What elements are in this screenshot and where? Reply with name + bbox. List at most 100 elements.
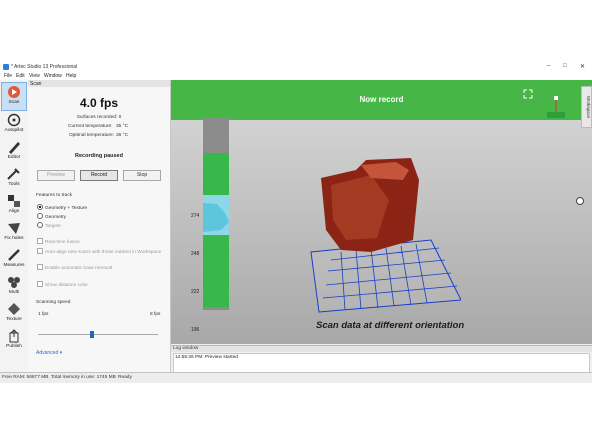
window-title: * Artec Studio 13 Professional [11,64,78,70]
orientation-gizmo-icon [547,96,565,118]
scan-mesh [310,158,461,313]
texture-icon [8,303,20,315]
advanced-label: Advanced [36,350,59,356]
toolbar-fix-holes[interactable]: Fix holes [1,219,27,246]
toolbar-label: Texture [6,317,22,322]
toolbar-editor[interactable]: Editor [1,138,27,165]
checkbox-base-removal[interactable]: Enable automatic base removal [37,264,112,271]
scan-panel: Scan 4.0 fps Surfaces recorded: 0 Curren… [28,80,171,372]
fix-holes-icon [8,223,20,234]
toolbar-measures[interactable]: Measures [1,246,27,273]
speed-slider-thumb[interactable] [90,331,94,338]
histogram-label: 196 [191,327,200,333]
checkbox-icon [37,238,43,244]
optimal-temp-value: 36 °C [116,133,129,138]
toolbar-publish[interactable]: Publish [1,327,27,354]
optimal-temp-label: Optimal temperature: [69,133,115,138]
checkbox-label: Enable automatic base removal [45,266,113,271]
speed-title: Scanning speed [36,300,71,305]
toolbar-scan[interactable]: Scan [1,82,27,111]
features-title: Features to track [36,193,72,198]
checkbox-auto-align[interactable]: Auto-align new scans with those marked i… [37,248,161,255]
toolbar-label: Measures [3,263,25,268]
preview-button[interactable]: Preview [37,170,75,181]
depth-histogram [203,118,229,310]
toolbar-label: Multi [8,290,20,295]
current-temp-value: 35 °C [116,124,129,129]
toolbar-label: Align [8,209,20,214]
view-options-icon[interactable] [575,196,585,206]
menu-file[interactable]: File [4,73,12,79]
total-memory: Total memory in use: 1745 MB [51,375,116,380]
measures-icon [8,249,20,261]
histogram-label: 248 [191,251,200,257]
log-entry: 12:55:26 PM: Preview started [175,355,238,360]
histogram-label: 274 [191,213,200,219]
speed-max: 8 fps [150,312,161,317]
toolbar-multi[interactable]: Multi [1,273,27,300]
record-button[interactable]: Record [80,170,118,181]
app-window: * Artec Studio 13 Professional – □ ✕ Fil… [0,62,592,383]
stop-button[interactable]: Stop [123,170,161,181]
toolbar-label: Tools [8,182,20,187]
fps-readout: 4.0 fps [79,96,118,110]
option-label: Geometry [45,215,67,220]
3d-viewport[interactable]: Now record Workspace 274 248 222 196 170 [171,80,592,344]
publish-icon [9,329,19,343]
log-title: Log window [173,346,199,351]
status-bar: Free RAM: 56677 MB Total memory in use: … [0,372,592,383]
menu-window[interactable]: Window [44,73,62,79]
menu-view[interactable]: View [29,73,40,79]
advanced-toggle[interactable]: Advanced ▾ [36,350,62,356]
image-caption: Scan data at different orientation [316,320,465,331]
minimize-button[interactable]: – [547,63,550,69]
radio-icon [37,222,43,228]
close-button[interactable]: ✕ [580,63,585,70]
align-icon [8,195,20,207]
toolbar-tools[interactable]: Tools [1,165,27,192]
menu-help[interactable]: Help [66,73,76,79]
checkbox-distance-color[interactable]: Show distance color [37,281,88,288]
record-banner: Now record [171,80,592,120]
toolbar-label: Publish [6,344,22,349]
checkbox-real-time-fusion[interactable]: Real-time fusion [37,238,80,245]
option-geometry-texture[interactable]: Geometry + Texture [37,204,87,211]
option-label: Geometry + Texture [45,206,88,211]
expand-icon[interactable] [523,89,533,99]
free-ram: Free RAM: 56677 MB [2,375,49,380]
workspace-tab[interactable]: Workspace [581,86,592,128]
current-temp-label: Current temperature: [68,124,113,129]
radio-checked-icon [37,204,43,210]
checkbox-icon [37,281,43,287]
option-geometry[interactable]: Geometry [37,213,66,220]
toolbar-label: Fix holes [4,236,24,241]
toolbar-label: Autopilot [4,128,24,133]
option-targets[interactable]: Targets [37,222,61,229]
left-toolbar: Scan Autopilot Editor Tools Align Fix ho… [0,80,29,372]
log-window: Log window 12:55:26 PM: Preview started [171,345,592,373]
toolbar-label: Scan [8,100,20,105]
radio-icon [37,213,43,219]
toolbar-autopilot[interactable]: Autopilot [1,111,27,138]
histogram-label: 222 [191,289,200,295]
checkbox-icon [37,264,43,270]
app-logo-icon [3,64,9,70]
editor-icon [9,142,20,154]
speed-min: 1 fps [38,312,49,317]
log-body[interactable]: 12:55:26 PM: Preview started [173,353,590,373]
maximize-button[interactable]: □ [563,63,567,69]
checkbox-label: Real-time fusion [45,240,80,245]
log-header: Log window [171,346,592,352]
app-state: Ready [118,375,132,380]
chevron-down-icon: ▾ [59,350,63,356]
toolbar-texture[interactable]: Texture [1,300,27,327]
menu-bar: File Edit View Window Help [0,72,592,80]
menu-edit[interactable]: Edit [16,73,25,79]
toolbar-align[interactable]: Align [1,192,27,219]
autopilot-icon [7,113,21,127]
option-label: Targets [45,224,61,229]
speed-slider-track[interactable] [38,334,158,335]
checkbox-label: Show distance color [45,283,88,288]
recording-status: Recording paused [75,153,123,159]
histogram-graph [203,153,229,307]
